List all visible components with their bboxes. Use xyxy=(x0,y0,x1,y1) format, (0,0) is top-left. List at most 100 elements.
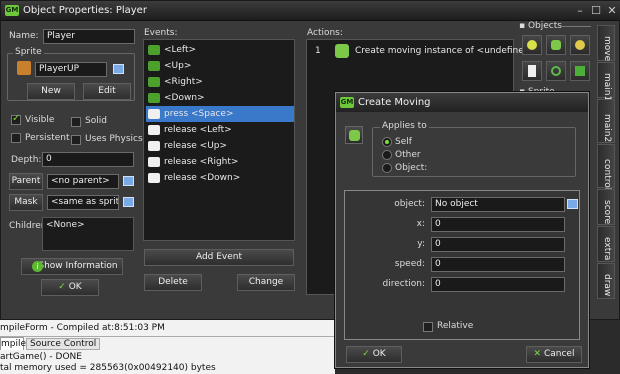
self-radio[interactable] xyxy=(382,137,392,147)
event-item[interactable]: <Up> xyxy=(146,58,294,74)
sprite-menu-icon[interactable] xyxy=(113,64,124,74)
tab-move[interactable]: move xyxy=(597,25,615,61)
event-label: release <Down> xyxy=(164,173,241,183)
add-event-button[interactable]: Add Event xyxy=(144,249,294,266)
dialog-ok-check-icon: ✓ xyxy=(362,349,370,359)
output-done-line: artGame() - DONE xyxy=(0,352,82,362)
event-label: press <Space> xyxy=(164,109,234,119)
keyboard-event-icon xyxy=(148,109,160,119)
dialog-title: Create Moving xyxy=(358,97,431,108)
uses-physics-checkbox[interactable] xyxy=(71,135,81,145)
visible-checkbox[interactable] xyxy=(11,113,21,125)
new-sprite-button[interactable]: New xyxy=(27,83,75,100)
maximize-icon[interactable]: ☐ xyxy=(589,4,603,17)
mask-button[interactable]: Mask xyxy=(9,194,43,211)
keyboard-event-icon xyxy=(148,125,160,135)
tab-main2[interactable]: main2 xyxy=(597,99,615,143)
event-item[interactable]: <Left> xyxy=(146,42,294,58)
dialog-ok-button[interactable]: ✓ OK xyxy=(346,346,402,363)
event-label: <Left> xyxy=(164,45,197,55)
relative-label: Relative xyxy=(437,321,474,331)
destroy-at-position-icon[interactable] xyxy=(570,61,590,81)
tab-control[interactable]: control xyxy=(597,144,615,190)
ok-button[interactable]: ✓ OK xyxy=(41,279,99,296)
parent-select[interactable]: <no parent> xyxy=(47,174,119,189)
param-label: object: xyxy=(394,199,425,209)
tab-extra[interactable]: extra xyxy=(597,226,615,262)
show-information-label: Show Information xyxy=(38,261,118,271)
dialog-cancel-label: Cancel xyxy=(543,349,575,359)
action-row-label[interactable]: Create moving instance of <undefined> xyxy=(355,46,537,56)
actions-title: Actions: xyxy=(307,28,343,38)
minimize-icon[interactable]: – xyxy=(573,4,587,17)
event-label: release <Up> xyxy=(164,141,228,151)
object-radio[interactable] xyxy=(382,163,392,173)
tab-source-control[interactable]: Source Control xyxy=(26,338,101,350)
close-icon[interactable]: ✕ xyxy=(605,4,619,17)
tab-label: extra xyxy=(602,237,612,261)
event-item[interactable]: release <Down> xyxy=(146,170,294,186)
tab-compile[interactable]: mpile xyxy=(0,337,26,350)
checkmark-icon: ✓ xyxy=(58,282,66,292)
events-list[interactable]: <Left> <Up> <Right> <Down> press <Space> rele… xyxy=(143,39,295,241)
tab-label: main1 xyxy=(602,73,612,102)
name-label: Name: xyxy=(9,31,39,41)
mask-menu-icon[interactable] xyxy=(123,197,134,207)
sprite-select[interactable]: PlayerUP xyxy=(35,62,107,77)
tab-label: score xyxy=(602,200,612,225)
children-list[interactable]: <None> xyxy=(42,217,134,251)
keyboard-event-icon xyxy=(148,141,160,151)
parameters-panel: object: No object x: 0 y: 0 speed: 0 direction: 0… xyxy=(344,190,580,340)
param-input[interactable]: No object xyxy=(431,197,565,212)
event-label: <Up> xyxy=(164,61,192,71)
dialog-cancel-button[interactable]: ✕ Cancel xyxy=(526,346,582,363)
name-input[interactable]: Player xyxy=(43,29,135,44)
keyboard-event-icon xyxy=(148,93,160,103)
event-item[interactable]: <Right> xyxy=(146,74,294,90)
param-input[interactable]: 0 xyxy=(431,217,565,232)
event-item[interactable]: release <Right> xyxy=(146,154,294,170)
event-label: release <Right> xyxy=(164,157,239,167)
delete-event-button[interactable]: Delete xyxy=(144,274,202,291)
visible-label: Visible xyxy=(25,115,55,125)
param-input[interactable]: 0 xyxy=(431,237,565,252)
event-item[interactable]: <Down> xyxy=(146,90,294,106)
create-instance-icon[interactable] xyxy=(522,35,542,55)
solid-checkbox[interactable] xyxy=(71,117,81,127)
parent-menu-icon[interactable] xyxy=(123,176,134,186)
event-label: <Down> xyxy=(164,93,205,103)
objects-divider xyxy=(561,26,591,27)
event-item[interactable]: release <Left> xyxy=(146,122,294,138)
change-event-button[interactable]: Change xyxy=(237,274,295,291)
info-icon: i xyxy=(32,261,43,272)
sprite-group-label: Sprite xyxy=(13,47,44,57)
create-random-icon[interactable] xyxy=(570,35,590,55)
create-moving-icon xyxy=(335,44,349,58)
param-input[interactable]: 0 xyxy=(431,257,565,272)
depth-input[interactable]: 0 xyxy=(42,152,134,167)
tab-draw[interactable]: draw xyxy=(597,263,615,299)
event-item[interactable]: release <Up> xyxy=(146,138,294,154)
destroy-instance-icon[interactable] xyxy=(546,61,566,81)
tab-score[interactable]: score xyxy=(597,189,615,225)
children-value: <None> xyxy=(46,220,85,230)
self-label: Self xyxy=(395,137,412,147)
other-radio[interactable] xyxy=(382,150,392,160)
depth-label: Depth: xyxy=(11,155,42,165)
edit-sprite-button[interactable]: Edit xyxy=(83,83,131,100)
tab-main1[interactable]: main1 xyxy=(597,62,615,102)
gamemaker-logo-icon: GM xyxy=(5,5,19,16)
create-moving-dialog: GM Create Moving Applies to Self Other O… xyxy=(335,92,589,368)
show-information-button[interactable]: i Show Information xyxy=(21,258,123,275)
dialog-action-icon xyxy=(345,126,363,144)
persistent-checkbox[interactable] xyxy=(11,133,21,143)
relative-checkbox[interactable] xyxy=(423,322,433,332)
parent-button[interactable]: Parent xyxy=(9,173,43,190)
object-menu-icon[interactable] xyxy=(567,199,578,209)
mask-select[interactable]: <same as sprite> xyxy=(47,195,119,210)
objects-label: Objects xyxy=(527,21,562,31)
event-item[interactable]: press <Space> xyxy=(146,106,294,122)
param-input[interactable]: 0 xyxy=(431,277,565,292)
change-instance-icon[interactable] xyxy=(522,61,542,81)
create-moving-action-icon[interactable] xyxy=(546,35,566,55)
